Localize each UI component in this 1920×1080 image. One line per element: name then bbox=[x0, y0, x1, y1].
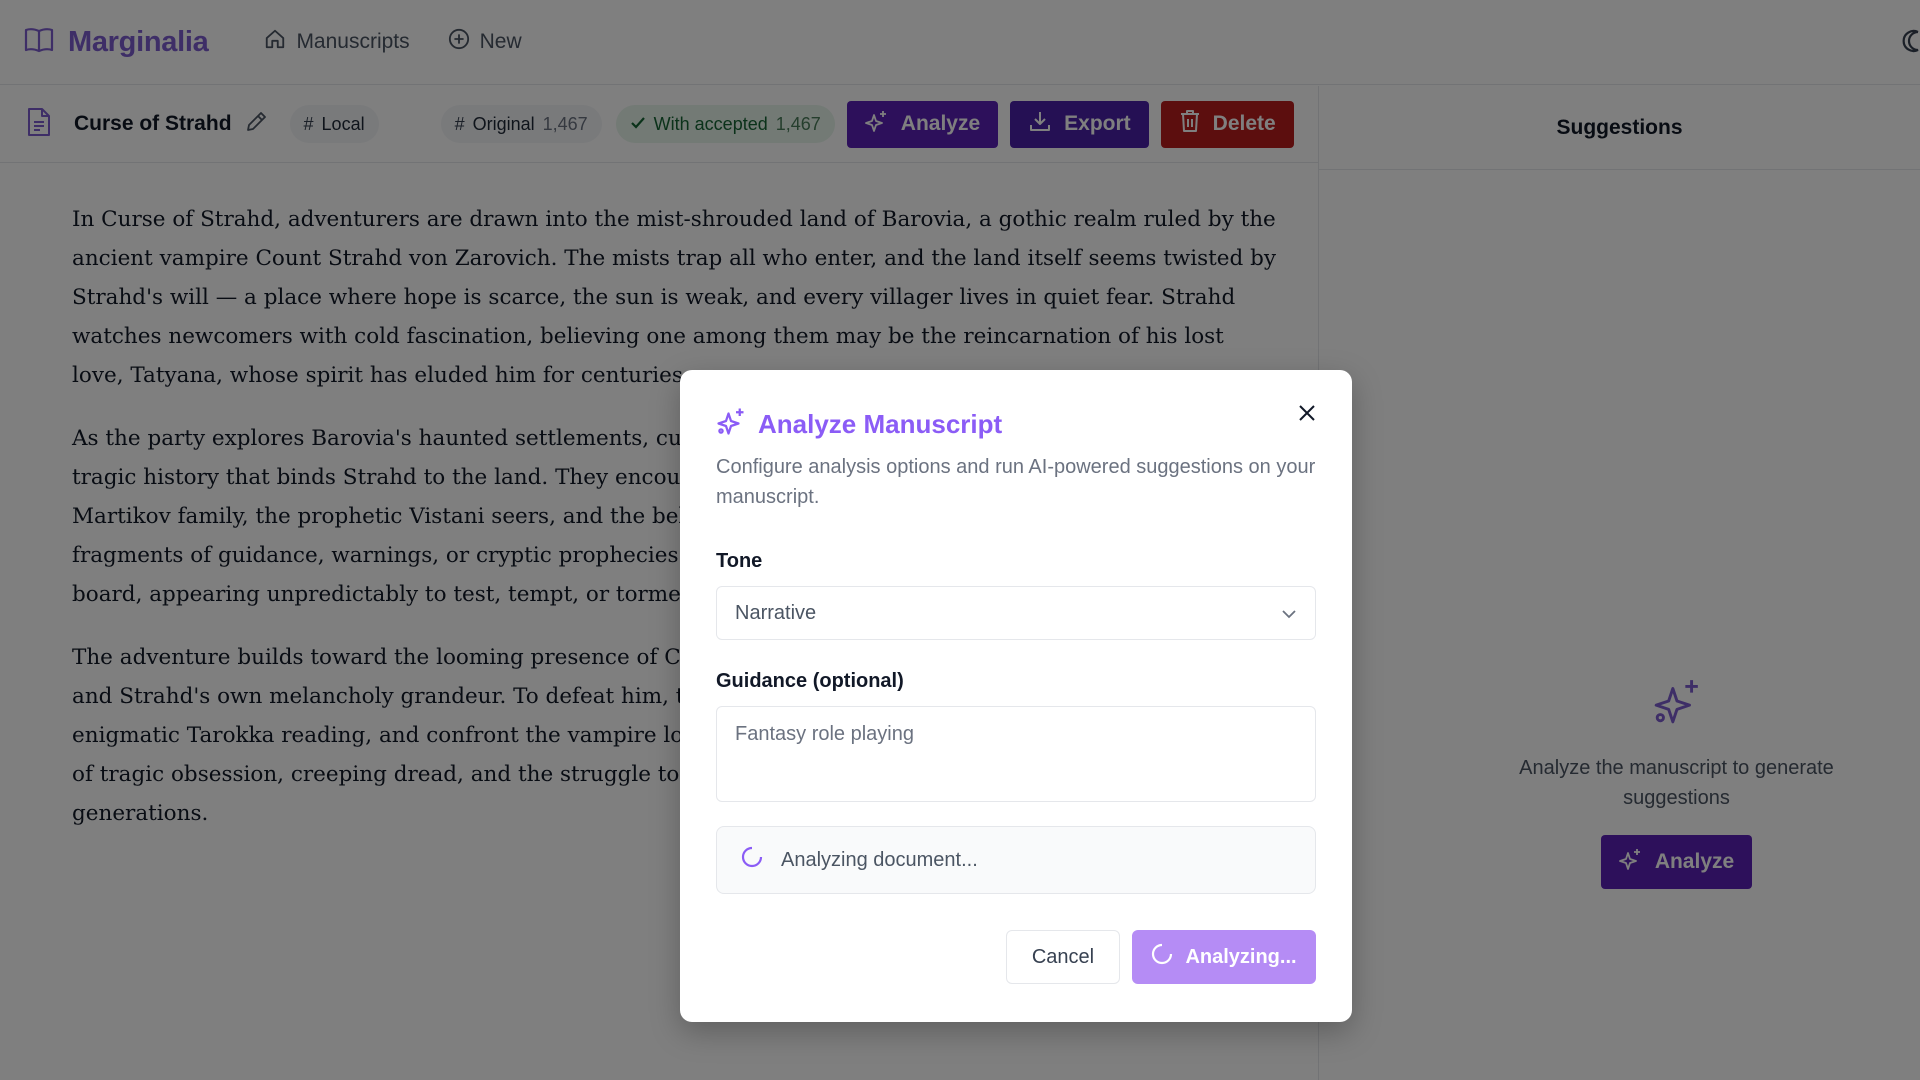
tone-label: Tone bbox=[716, 550, 763, 572]
analyze-dialog: Analyze Manuscript Configure analysis op… bbox=[680, 370, 1352, 1022]
status-text: Analyzing document... bbox=[781, 848, 978, 871]
close-icon[interactable] bbox=[1292, 398, 1322, 428]
dialog-title: Analyze Manuscript bbox=[758, 409, 1003, 439]
tone-select[interactable]: Narrative bbox=[716, 586, 1316, 640]
tone-select-value: Narrative bbox=[735, 601, 817, 624]
dialog-header: Analyze Manuscript bbox=[716, 406, 1002, 443]
spinner-icon bbox=[1151, 943, 1185, 971]
chevron-down-icon bbox=[1281, 602, 1297, 625]
analyzing-button-label: Analyzing... bbox=[1185, 945, 1297, 968]
guidance-label: Guidance (optional) bbox=[716, 670, 904, 692]
dialog-description: Configure analysis options and run AI-po… bbox=[716, 456, 1316, 508]
cancel-button[interactable]: Cancel bbox=[1006, 930, 1120, 984]
guidance-textarea[interactable]: Fantasy role playing bbox=[716, 706, 1316, 802]
analysis-status: Analyzing document... bbox=[716, 826, 1316, 894]
spinner-icon bbox=[741, 846, 781, 874]
guidance-placeholder: Fantasy role playing bbox=[735, 723, 914, 745]
sparkles-icon bbox=[716, 406, 746, 443]
analyzing-button[interactable]: Analyzing... bbox=[1132, 930, 1316, 984]
